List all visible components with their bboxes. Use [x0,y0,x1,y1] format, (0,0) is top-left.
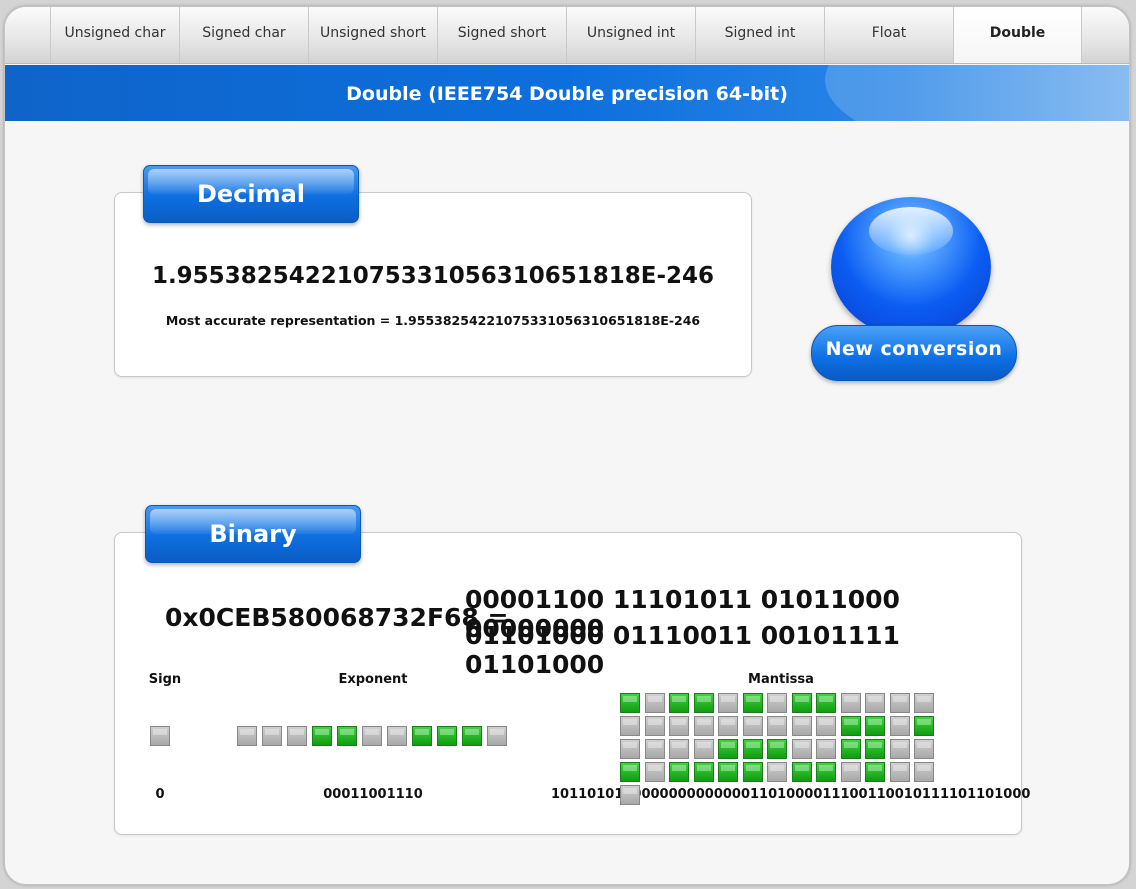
mantissa-bit [620,739,640,759]
mantissa-bit [644,716,665,736]
mantissa-bit [865,693,885,713]
mantissa-bit [914,762,934,782]
mantissa-bit [644,693,665,713]
page-title-bar: Double (IEEE754 Double precision 64-bit) [5,65,1129,121]
exponent-bit [487,726,507,746]
mantissa-bit [644,739,665,759]
exponent-bit [287,726,307,746]
mantissa-bit [718,739,738,759]
tab-unsigned-char[interactable]: Unsigned char [50,7,179,63]
sign-bits-text: 0 [155,787,165,802]
mantissa-bit [742,716,763,736]
sign-bit [150,726,170,746]
mantissa-bit [669,693,689,713]
mantissa-bit [718,716,738,736]
exponent-bit [387,726,407,746]
mantissa-bit [693,762,714,782]
type-tab-bar: Unsigned char Signed char Unsigned short… [5,7,1129,64]
mantissa-bit [914,716,934,736]
exponent-bit [312,726,332,746]
decimal-value: 1.95538254221075331056310651818E-246 [151,263,715,289]
mantissa-bit [693,739,714,759]
mantissa-bit [840,716,861,736]
mantissa-bit [865,716,885,736]
mantissa-bit [791,739,812,759]
mantissa-bit [742,739,763,759]
mantissa-bit [865,762,885,782]
page-title: Double (IEEE754 Double precision 64-bit) [346,83,788,105]
tab-signed-int[interactable]: Signed int [695,7,824,63]
accurate-representation: Most accurate representation = 1.9553825… [165,313,701,328]
new-conversion-button[interactable]: New conversion [811,325,1017,381]
tab-double[interactable]: Double [953,7,1082,63]
tab-unsigned-int[interactable]: Unsigned int [566,7,695,63]
tab-signed-char[interactable]: Signed char [179,7,308,63]
mantissa-bit [620,785,640,805]
mantissa-bit [840,693,861,713]
mantissa-bit [693,693,714,713]
exponent-bits-text: 00011001110 [323,787,423,802]
mantissa-bit [791,693,812,713]
exponent-bit [337,726,357,746]
mantissa-bit [791,716,812,736]
mantissa-bit [718,693,738,713]
binary-panel: 0x0CEB580068732F68 = 00001100 11101011 0… [114,532,1030,835]
exponent-bit [362,726,382,746]
mantissa-bit [889,762,910,782]
mantissa-bit [669,762,689,782]
mantissa-bit [840,739,861,759]
mantissa-bit [767,693,787,713]
mantissa-bit [620,716,640,736]
mantissa-bit [816,693,836,713]
mantissa-bit [669,739,689,759]
mantissa-bit [914,693,934,713]
mantissa-label: Mantissa [748,672,814,687]
mantissa-bit [718,762,738,782]
mantissa-bit [889,739,910,759]
mantissa-bit [791,762,812,782]
mantissa-bit [816,739,836,759]
exponent-bit [462,726,482,746]
binary-line-2: 01101000 01110011 00101111 01101000 [465,621,900,679]
mantissa-bit [620,762,640,782]
exponent-bit [412,726,432,746]
sign-label: Sign [148,672,182,687]
binary-heading: Binary [145,505,361,563]
mantissa-bit [865,739,885,759]
tab-signed-short[interactable]: Signed short [437,7,566,63]
decimal-heading: Decimal [143,165,359,223]
mantissa-bit [767,739,787,759]
mantissa-bit [840,762,861,782]
app-window: Unsigned char Signed char Unsigned short… [4,6,1130,885]
tab-unsigned-short[interactable]: Unsigned short [308,7,437,63]
hex-value: 0x0CEB580068732F68 = [165,603,509,632]
mantissa-bit [620,693,640,713]
new-conversion-orb-icon[interactable] [831,197,991,337]
mantissa-bit [889,693,910,713]
mantissa-bit [742,693,763,713]
mantissa-bit [767,716,787,736]
mantissa-bit [693,716,714,736]
mantissa-bit [914,739,934,759]
mantissa-bit [767,762,787,782]
exponent-bit [237,726,257,746]
exponent-label: Exponent [338,672,408,687]
tab-float[interactable]: Float [824,7,953,63]
mantissa-bit [669,716,689,736]
mantissa-bit [742,762,763,782]
mantissa-bit [644,762,665,782]
mantissa-bit [816,762,836,782]
mantissa-bit [889,716,910,736]
exponent-bit [437,726,457,746]
mantissa-bit [816,716,836,736]
exponent-bit [262,726,282,746]
